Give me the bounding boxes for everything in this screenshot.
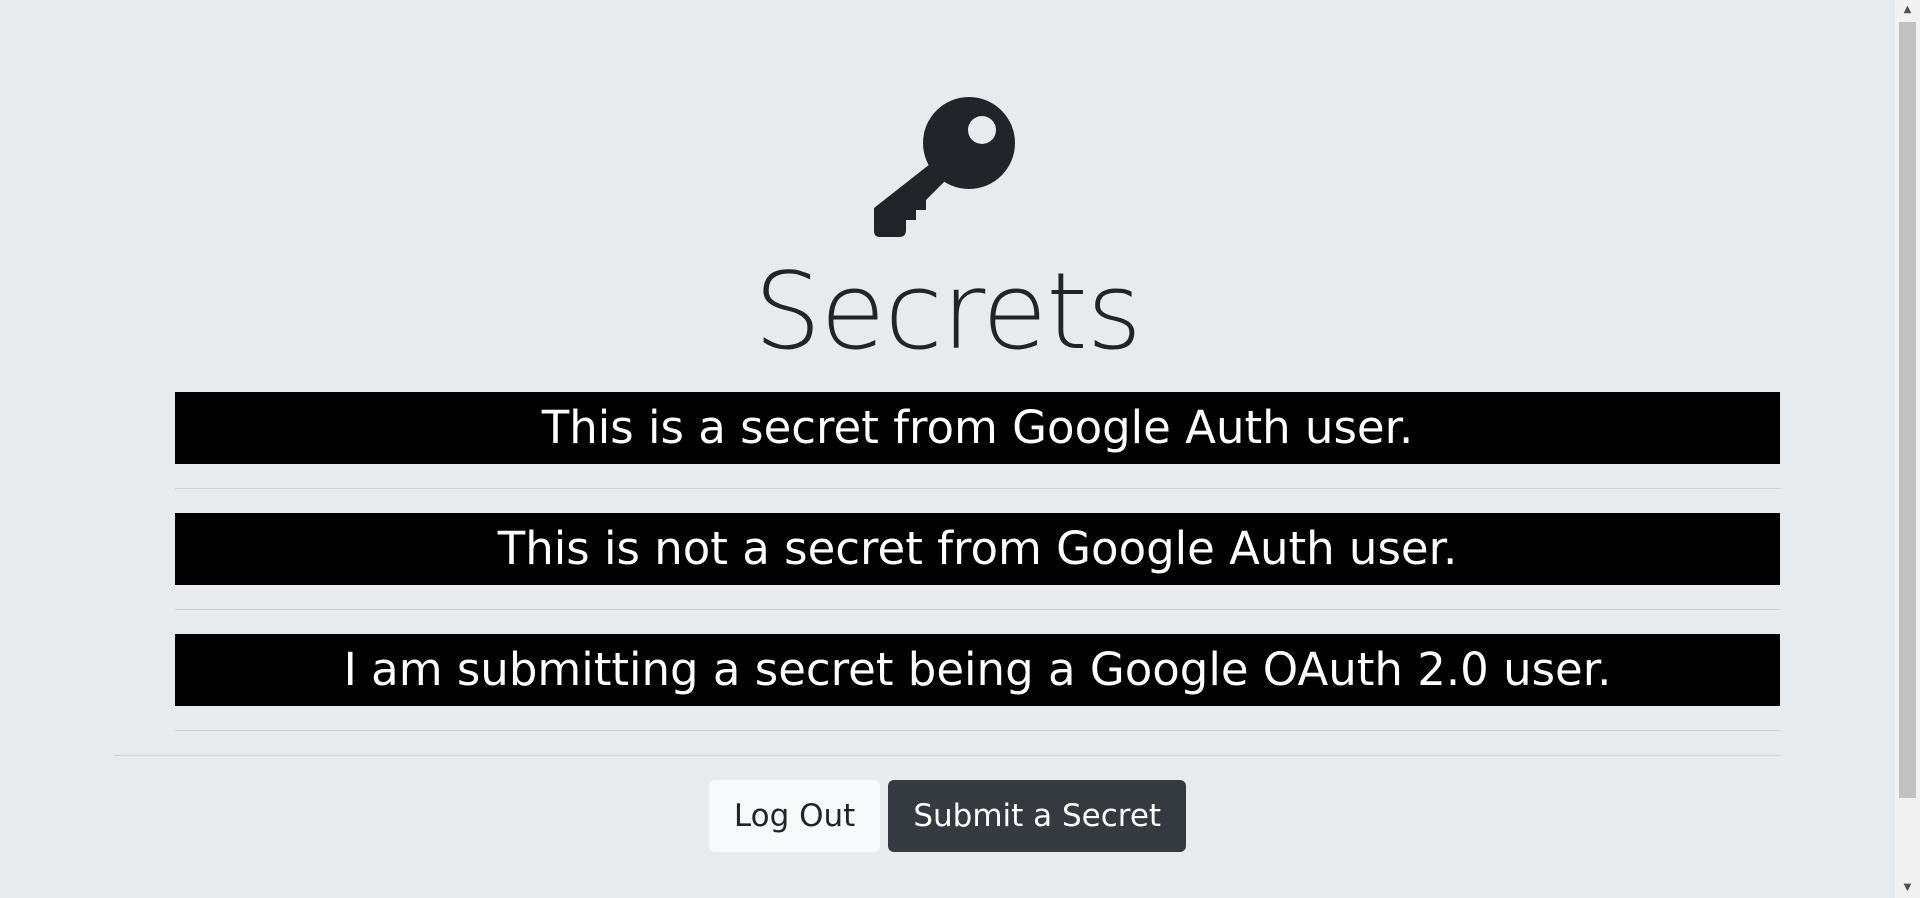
page-container: Secrets This is a secret from Google Aut…: [0, 0, 1895, 898]
scroll-down-icon[interactable]: ▼: [1895, 878, 1920, 898]
action-buttons: Log Out Submit a Secret: [0, 780, 1895, 852]
vertical-scrollbar[interactable]: ▲ ▼: [1895, 0, 1920, 898]
footer-divider: [115, 755, 1780, 756]
logout-button[interactable]: Log Out: [708, 780, 881, 852]
submit-secret-button[interactable]: Submit a Secret: [888, 780, 1187, 852]
divider: [175, 488, 1780, 489]
page-title: Secrets: [753, 250, 1142, 373]
secrets-list: This is a secret from Google Auth user. …: [175, 392, 1780, 755]
secret-item: This is not a secret from Google Auth us…: [175, 513, 1780, 585]
secret-item: I am submitting a secret being a Google …: [175, 634, 1780, 706]
scroll-up-icon[interactable]: ▲: [1895, 0, 1920, 20]
divider: [175, 730, 1780, 731]
divider: [175, 609, 1780, 610]
key-icon: [874, 97, 1015, 237]
secret-item: This is a secret from Google Auth user.: [175, 392, 1780, 464]
scrollbar-thumb[interactable]: [1899, 22, 1916, 798]
